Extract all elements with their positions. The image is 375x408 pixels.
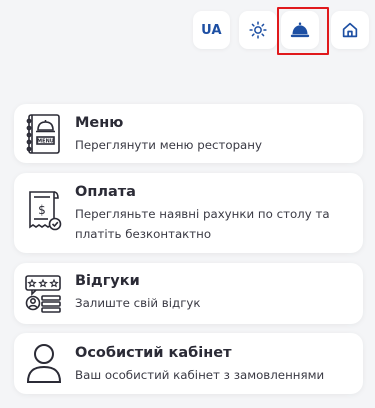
review-icon	[25, 275, 61, 313]
card-description: Залиште свій відгук	[75, 296, 201, 310]
language-button[interactable]: UA	[193, 11, 230, 49]
language-label: UA	[201, 22, 222, 38]
receipt-icon: $	[29, 191, 62, 231]
sun-icon	[249, 21, 267, 39]
card-description: Перегляньте наявні рахунки по столу та п…	[75, 207, 330, 241]
svg-text:$: $	[38, 203, 46, 217]
card-title: Меню	[75, 115, 124, 131]
top-bar: UA	[0, 7, 375, 55]
home-icon	[342, 22, 358, 38]
menu-card[interactable]: MENU Меню Переглянути меню ресторану	[14, 104, 363, 163]
reviews-card[interactable]: Відгуки Залиште свій відгук	[14, 263, 363, 324]
card-description: Переглянути меню ресторану	[75, 138, 262, 152]
card-title: Оплата	[75, 184, 136, 200]
payment-card[interactable]: $ Оплата Перегляньте наявні рахунки по с…	[14, 173, 363, 253]
theme-toggle-button[interactable]	[239, 11, 277, 49]
call-waiter-button[interactable]	[281, 11, 319, 49]
account-card[interactable]: Особистий кабінет Ваш особистий кабінет …	[14, 333, 363, 394]
service-bell-icon	[290, 22, 310, 38]
home-button[interactable]	[331, 11, 369, 49]
card-description: Ваш особистий кабінет з замовленнями	[75, 368, 325, 382]
user-icon	[26, 344, 62, 383]
card-title: Особистий кабінет	[75, 345, 232, 361]
menu-book-icon: MENU	[26, 114, 60, 154]
page: UA MENU Меню Переглянути меню ресторану …	[0, 0, 375, 408]
card-title: Відгуки	[75, 273, 140, 289]
svg-text:MENU: MENU	[37, 139, 54, 145]
